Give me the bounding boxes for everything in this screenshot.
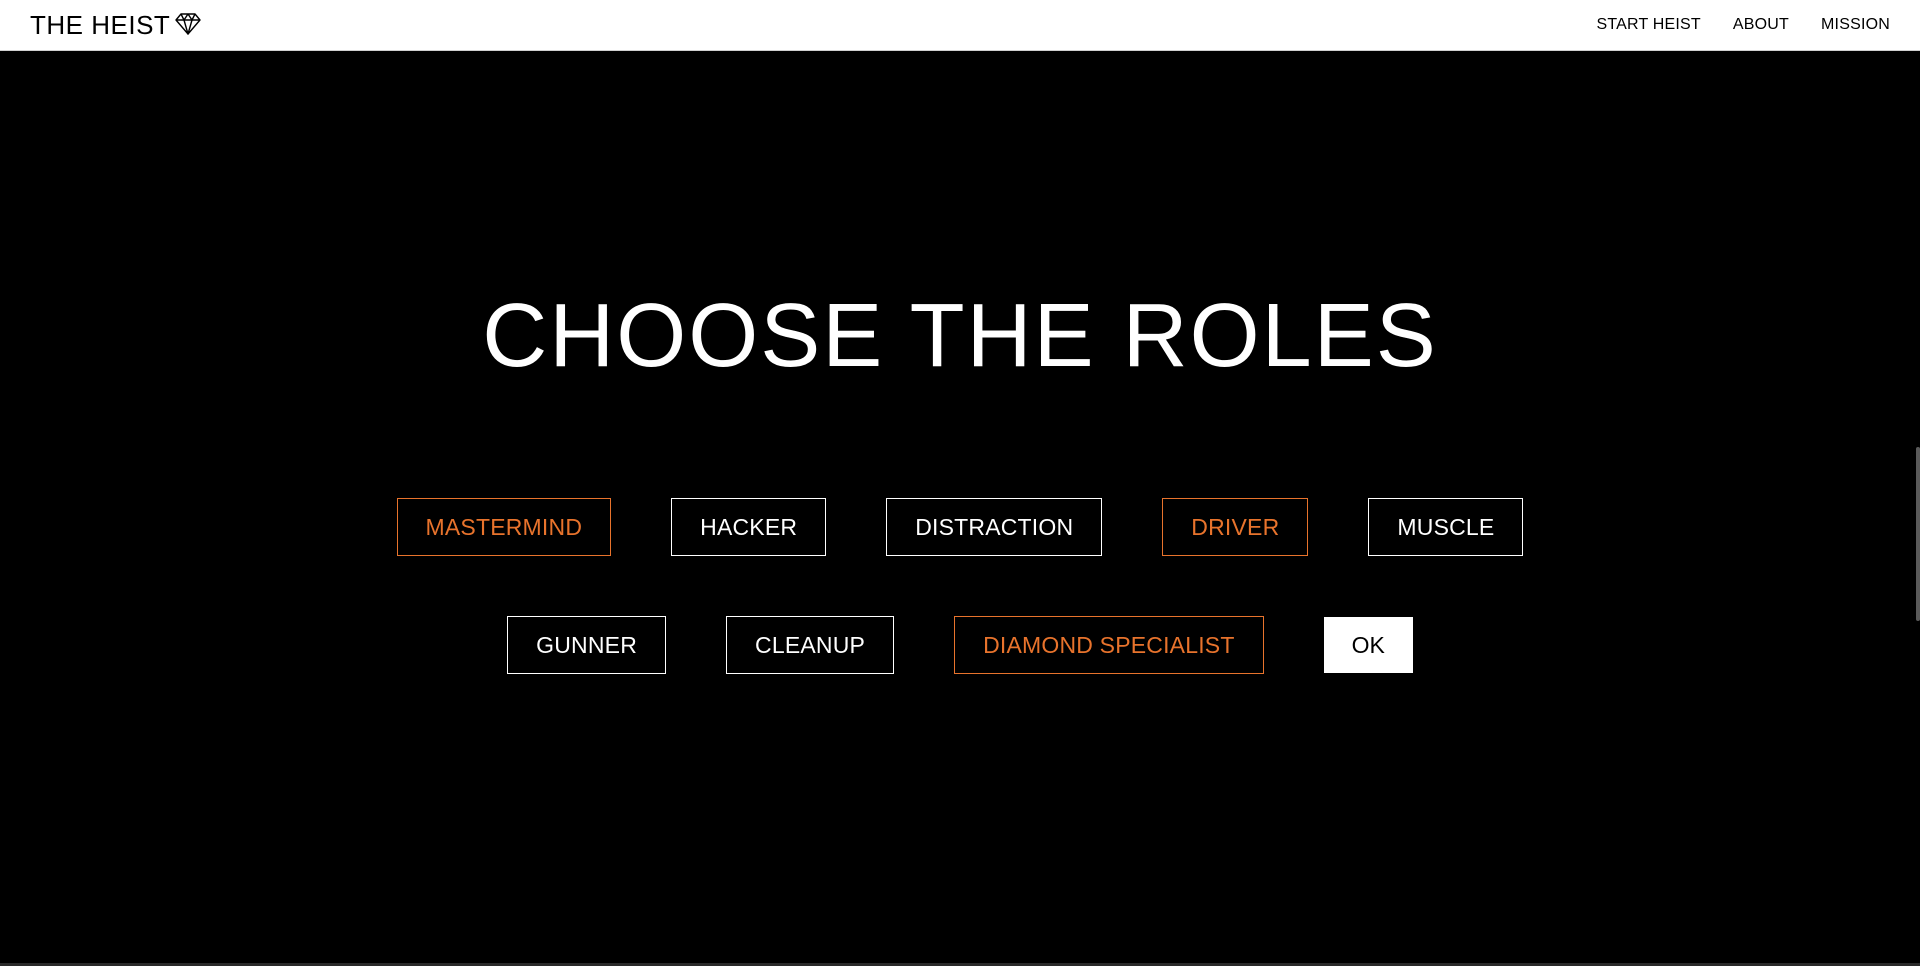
top-navbar: THE HEIST START HEIST ABOUT MISSION bbox=[0, 0, 1920, 51]
role-button-gunner[interactable]: GUNNER bbox=[507, 616, 667, 674]
main-section: CHOOSE THE ROLES MASTERMIND HACKER DISTR… bbox=[0, 51, 1920, 966]
nav-links: START HEIST ABOUT MISSION bbox=[1564, 0, 1890, 50]
roles-row-1: MASTERMIND HACKER DISTRACTION DRIVER MUS… bbox=[0, 498, 1920, 556]
role-button-distraction[interactable]: DISTRACTION bbox=[886, 498, 1103, 556]
role-button-muscle[interactable]: MUSCLE bbox=[1368, 498, 1524, 556]
page-title: CHOOSE THE ROLES bbox=[482, 286, 1438, 386]
brand-title: THE HEIST bbox=[30, 10, 171, 40]
nav-start-heist[interactable]: START HEIST bbox=[1596, 16, 1700, 34]
nav-mission[interactable]: MISSION bbox=[1821, 16, 1890, 34]
brand[interactable]: THE HEIST bbox=[30, 10, 201, 41]
role-button-mastermind[interactable]: MASTERMIND bbox=[396, 498, 612, 556]
role-button-diamond-specialist[interactable]: DIAMOND SPECIALIST bbox=[954, 616, 1264, 674]
role-button-driver[interactable]: DRIVER bbox=[1162, 498, 1309, 556]
role-button-cleanup[interactable]: CLEANUP bbox=[726, 616, 895, 674]
diamond-icon bbox=[175, 12, 201, 35]
scrollbar-thumb[interactable] bbox=[1916, 447, 1920, 621]
nav-about[interactable]: ABOUT bbox=[1733, 16, 1789, 34]
role-button-hacker[interactable]: HACKER bbox=[671, 498, 827, 556]
ok-button[interactable]: OK bbox=[1323, 617, 1413, 673]
roles-row-2: GUNNER CLEANUP DIAMOND SPECIALIST OK bbox=[0, 616, 1920, 674]
